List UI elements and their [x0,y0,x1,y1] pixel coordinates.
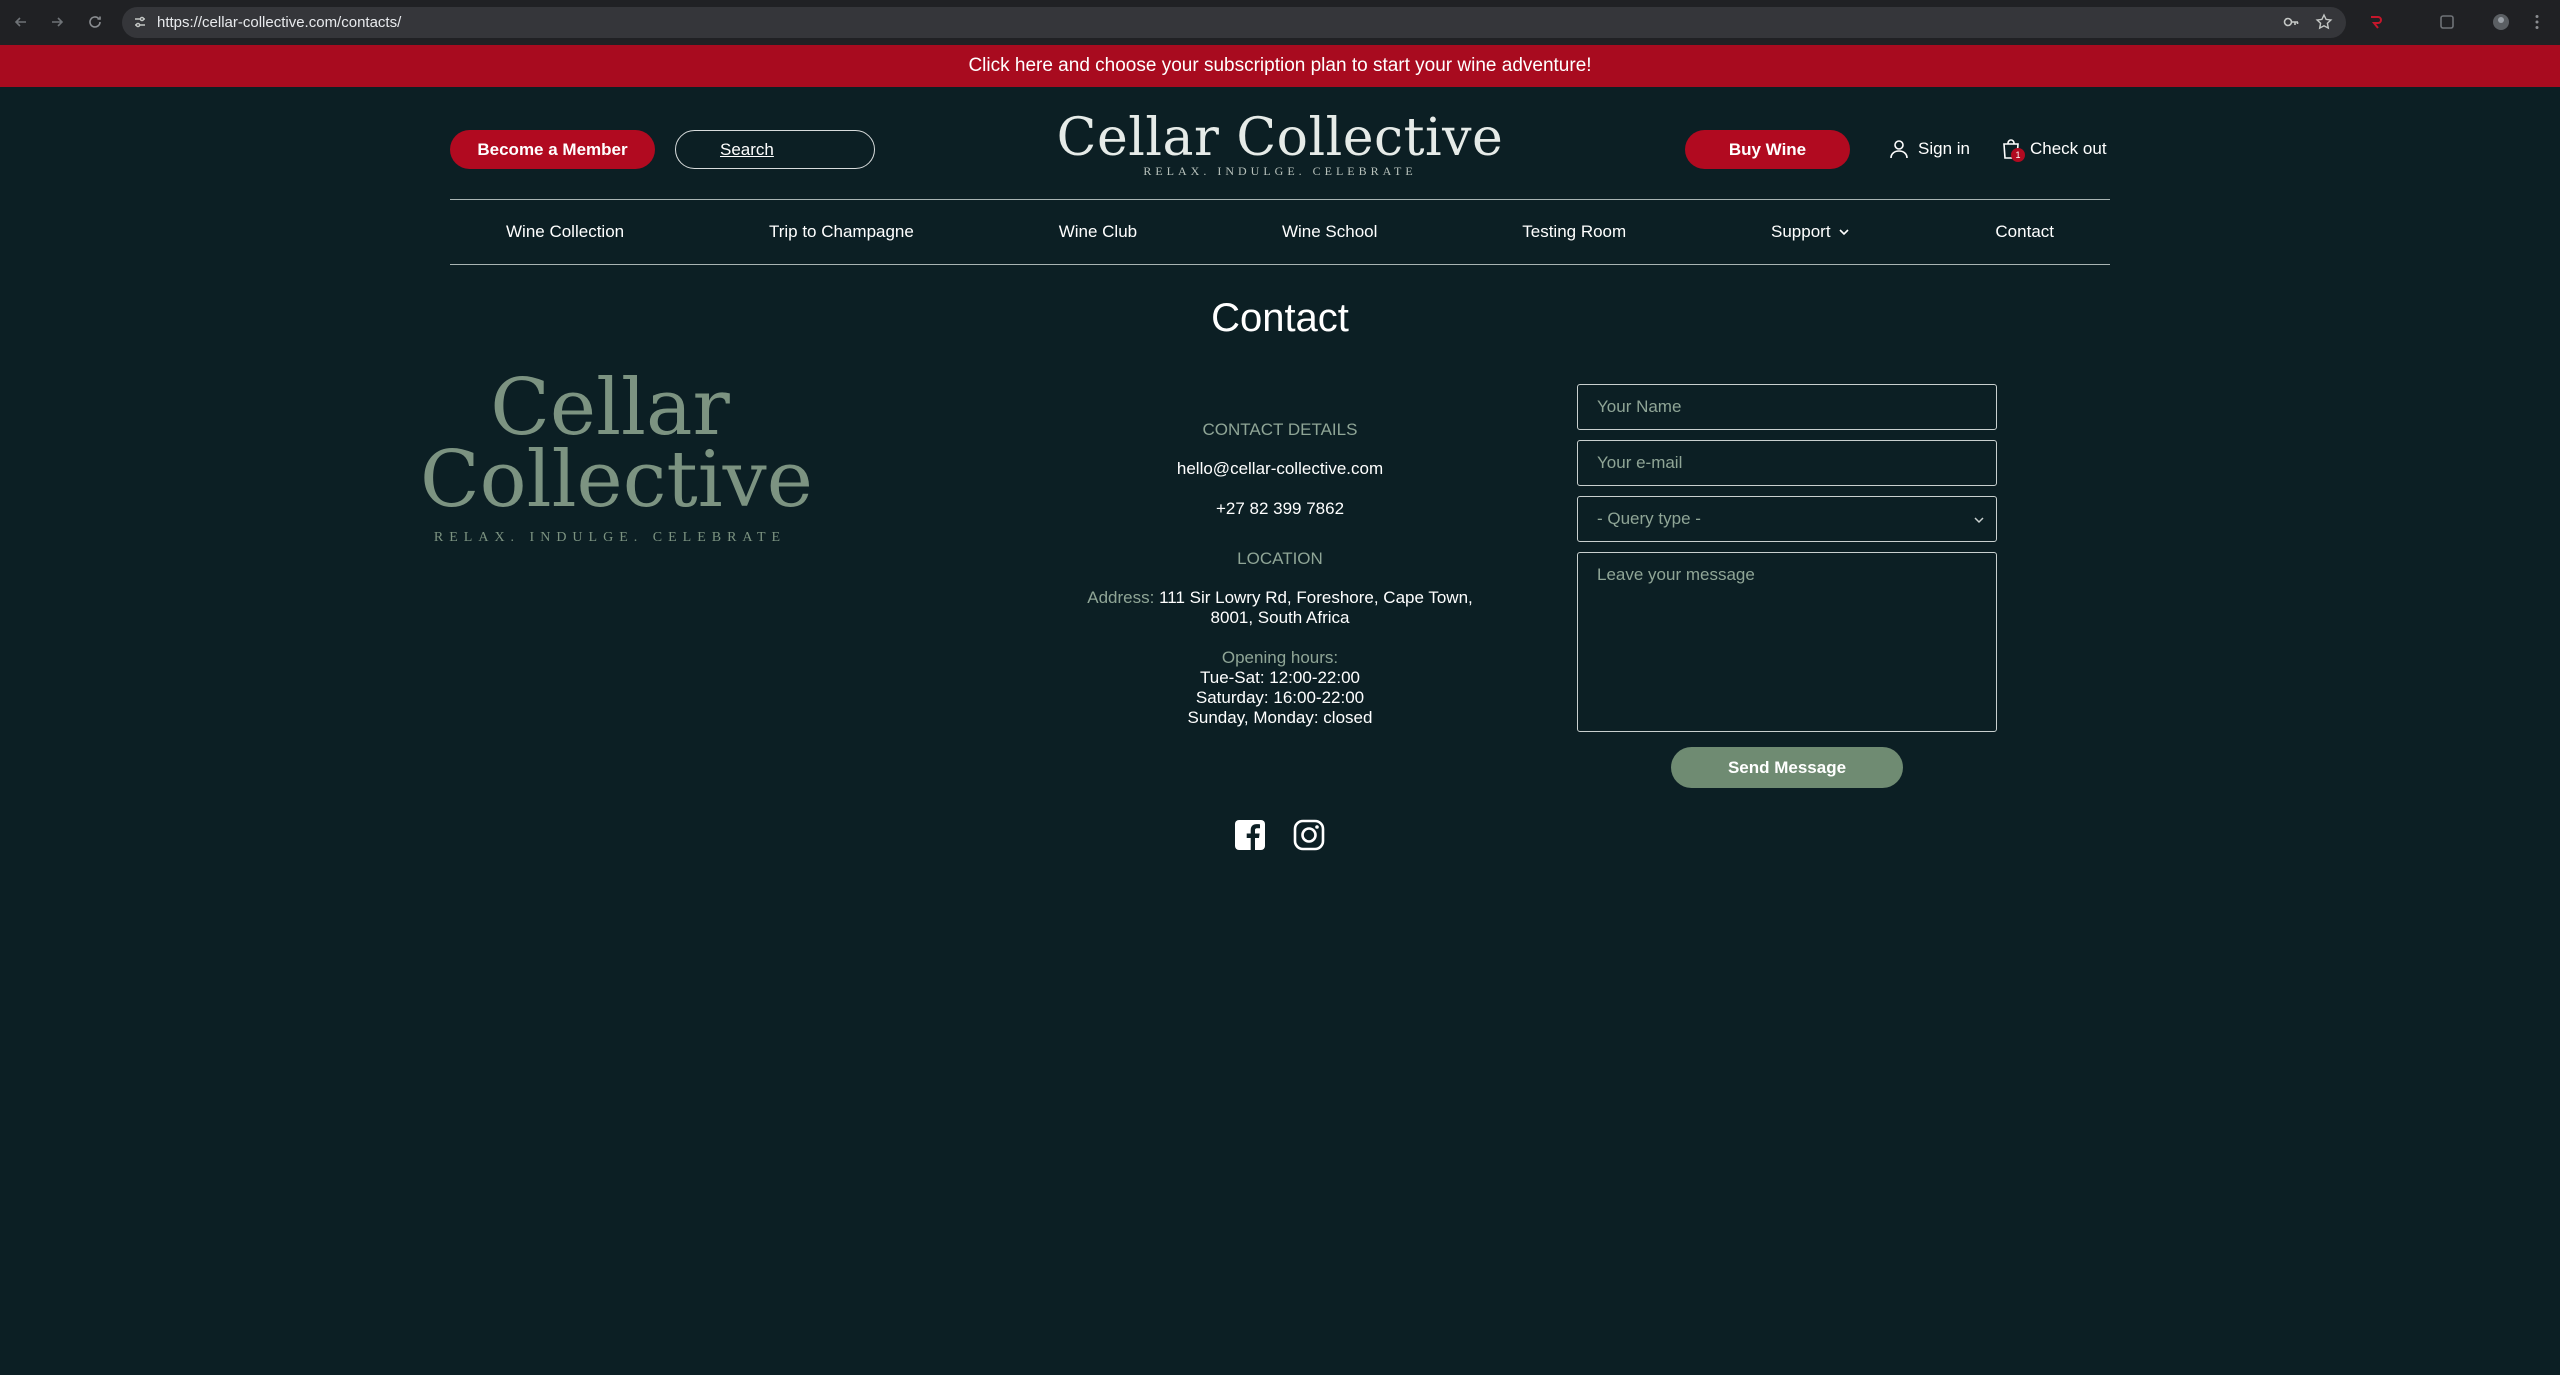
arrow-right-icon [52,17,64,27]
hours-row: Sunday, Monday: closed [1187,708,1373,727]
reload-button[interactable] [83,10,107,34]
checkout-label: Check out [2030,139,2107,158]
reload-icon [89,16,101,28]
arrow-left-icon [14,17,26,27]
address-bar[interactable]: https://cellar-collective.com/contacts/ [122,7,2346,38]
main-navigation: Wine Collection Trip to Champagne Wine C… [450,199,2110,265]
name-field[interactable]: Your Name [1577,384,1997,430]
hours-row: Tue-Sat: 12:00-22:00 [1199,668,1361,687]
announcement-banner[interactable]: Click here and choose your subscription … [0,45,2560,87]
bookmark-star-icon[interactable] [2315,13,2333,31]
extension-red-icon[interactable] [2367,13,2385,31]
nav-wine-school[interactable]: Wine School [1282,222,1377,242]
nav-support[interactable]: Support [1771,222,1851,242]
contact-email[interactable]: hello@cellar-collective.com [1060,459,1500,479]
large-logo-tagline: RELAX. INDULGE. CELEBRATE [433,530,787,545]
become-member-button[interactable]: Become a Member [450,130,655,169]
email-placeholder: Your e-mail [1597,453,1683,472]
query-type-select[interactable]: - Query type - [1577,496,1997,542]
nav-testing-room[interactable]: Testing Room [1522,222,1626,242]
site-logo[interactable]: Cellar Collective [1030,108,1530,168]
large-logo-line2: Collective [420,435,813,525]
cart: 1 [2000,138,2025,162]
large-brand-logo: Cellar Collective RELAX. INDULGE. CELEBR… [420,363,813,546]
site-settings-icon[interactable] [132,14,148,30]
send-message-label: Send Message [1727,757,1847,777]
become-member-label: Become a Member [477,139,628,159]
nav-wine-club[interactable]: Wine Club [1059,222,1137,242]
more-menu-icon[interactable] [2528,13,2546,31]
extensions-puzzle-icon[interactable] [2438,13,2456,31]
address-label: Address: [1087,588,1155,607]
chevron-down-icon [1974,517,1984,524]
message-textarea[interactable]: Leave your message [1577,552,1997,732]
instagram-link[interactable] [1292,818,1326,852]
back-button[interactable] [9,10,33,34]
page-title: Contact [1211,296,1349,340]
nav-contact[interactable]: Contact [1995,222,2054,242]
cart-count-badge: 1 [2011,148,2025,162]
large-logo-line1: Cellar [490,363,730,453]
facebook-icon [1235,820,1265,850]
name-placeholder: Your Name [1597,397,1682,416]
contact-phone[interactable]: +27 82 399 7862 [1060,499,1500,519]
query-type-value: - Query type - [1597,509,1701,528]
search-label: Search [720,139,774,159]
buy-wine-button[interactable]: Buy Wine [1685,130,1850,169]
opening-hours-label: Opening hours: [1221,648,1339,667]
profile-avatar-icon[interactable] [2492,13,2510,31]
instagram-icon [1293,819,1325,851]
checkout-link[interactable]: 1 Check out [2000,138,2107,162]
email-field[interactable]: Your e-mail [1577,440,1997,486]
address-line2: 8001, South Africa [1210,608,1350,627]
buy-wine-label: Buy Wine [1728,139,1807,159]
facebook-link[interactable] [1233,818,1267,852]
announcement-text: Click here and choose your subscription … [968,55,1592,76]
send-message-button[interactable]: Send Message [1671,747,1903,788]
address-line1: Address: 111 Sir Lowry Rd, Foreshore, Ca… [1060,588,1500,608]
nav-trip-to-champagne[interactable]: Trip to Champagne [769,222,914,242]
nav-support-label: Support [1771,222,1831,241]
hours-row: Saturday: 16:00-22:00 [1195,688,1365,707]
contact-details: CONTACT DETAILS hello@cellar-collective.… [1060,420,1500,728]
message-placeholder: Leave your message [1597,565,1755,584]
contact-details-heading: CONTACT DETAILS [1202,420,1358,439]
logo-tagline: RELAX. INDULGE. CELEBRATE [1143,164,1417,178]
chevron-down-icon [1838,229,1849,236]
browser-toolbar: https://cellar-collective.com/contacts/ [0,0,2560,45]
forward-button[interactable] [45,10,69,34]
address-street: 111 Sir Lowry Rd, Foreshore, Cape Town, [1159,588,1473,607]
location-heading: LOCATION [1237,549,1323,568]
user-icon [1890,140,1908,159]
password-key-icon[interactable] [2282,13,2300,31]
url-text: https://cellar-collective.com/contacts/ [157,14,402,31]
sign-in-label: Sign in [1918,139,1970,158]
nav-wine-collection[interactable]: Wine Collection [506,222,624,242]
search-button[interactable]: Search [675,130,875,169]
sign-in-link[interactable]: Sign in [1888,138,1970,160]
